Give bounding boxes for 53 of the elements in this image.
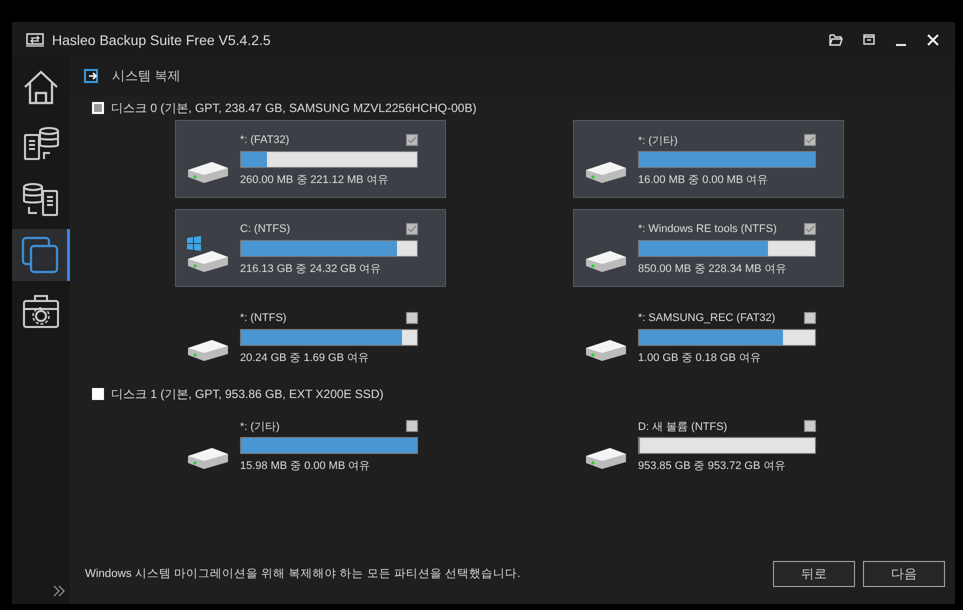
partition-checkbox[interactable] (804, 420, 816, 432)
partition-name: *: (NTFS) (240, 312, 286, 324)
free-space-text: 1.00 GB 중 0.18 GB 여유 (638, 351, 762, 365)
partition-card[interactable]: D: 새 볼륨 (NTFS) 953.85 GB 중 953.72 GB 여유 (573, 406, 844, 484)
partition-card[interactable]: *: Windows RE tools (NTFS) 850.00 MB 중 228.34 MB 여유 (573, 209, 844, 287)
drive-icon (187, 250, 229, 272)
partition-checkbox[interactable] (406, 420, 418, 432)
clone-icon (20, 235, 60, 275)
partition-name: *: (기타) (638, 134, 678, 148)
window-title: Hasleo Backup Suite Free V5.4.2.5 (52, 32, 272, 48)
partition-name: C: (NTFS) (240, 223, 290, 235)
drive-icon (187, 161, 229, 183)
partition-name: *: (FAT32) (240, 134, 290, 146)
partition-card[interactable]: *: (FAT32) 260.00 MB 중 221.12 MB 여유 (175, 120, 446, 198)
drive-icon (187, 447, 229, 469)
partition-name: D: 새 볼륨 (NTFS) (638, 420, 728, 434)
next-button[interactable]: 다음 (863, 560, 945, 586)
partition-checkbox[interactable] (406, 134, 418, 146)
free-space-text: 16.00 MB 중 0.00 MB 여유 (638, 173, 770, 187)
partition-checkbox[interactable] (804, 223, 816, 235)
drive-icon (585, 447, 627, 469)
partition-card[interactable]: *: SAMSUNG_REC (FAT32) 1.00 GB 중 0.18 GB 여유 (573, 298, 844, 376)
page-title: 시스템 복제 (112, 67, 181, 85)
partition-checkbox[interactable] (804, 134, 816, 146)
drive-icon (585, 339, 627, 361)
disk-checkbox[interactable] (92, 102, 104, 114)
disk-label: 디스크 0 (기본, GPT, 238.47 GB, SAMSUNG MZVL2256HCHQ-00B) (111, 100, 476, 116)
drive-icon (187, 339, 229, 361)
back-button[interactable]: 뒤로 (773, 560, 855, 586)
free-space-text: 216.13 GB 중 24.32 GB 여유 (240, 262, 382, 276)
drive-icon (585, 161, 627, 183)
partition-checkbox[interactable] (406, 312, 418, 324)
partition-checkbox[interactable] (406, 223, 418, 235)
partition-card[interactable]: C: (NTFS) 216.13 GB 중 24.32 GB 여유 (175, 209, 446, 287)
free-space-text: 15.98 MB 중 0.00 MB 여유 (240, 459, 372, 473)
partition-card[interactable]: *: (기타) 16.00 MB 중 0.00 MB 여유 (573, 120, 844, 198)
drive-icon (585, 250, 627, 272)
partition-card[interactable]: *: (NTFS) 20.24 GB 중 1.69 GB 여유 (175, 298, 446, 376)
status-message: Windows 시스템 마이그레이션을 위해 복제해야 하는 모든 파티션을 선택했습니다. (85, 567, 522, 581)
clone-page-icon (84, 69, 98, 83)
app-logo-icon (26, 32, 44, 46)
disk-label: 디스크 1 (기본, GPT, 953.86 GB, EXT X200E SSD) (111, 386, 384, 402)
partition-name: *: Windows RE tools (NTFS) (638, 223, 777, 235)
expand-icon[interactable] (52, 584, 66, 598)
partition-card[interactable]: *: (기타) 15.98 MB 중 0.00 MB 여유 (175, 406, 446, 484)
partition-name: *: (기타) (240, 420, 280, 434)
partition-name: *: SAMSUNG_REC (FAT32) (638, 312, 776, 324)
free-space-text: 20.24 GB 중 1.69 GB 여유 (240, 351, 370, 365)
partition-checkbox[interactable] (804, 312, 816, 324)
free-space-text: 953.85 GB 중 953.72 GB 여유 (638, 459, 786, 473)
disk-checkbox[interactable] (92, 388, 104, 400)
free-space-text: 260.00 MB 중 221.12 MB 여유 (240, 173, 390, 187)
free-space-text: 850.00 MB 중 228.34 MB 여유 (638, 262, 788, 276)
